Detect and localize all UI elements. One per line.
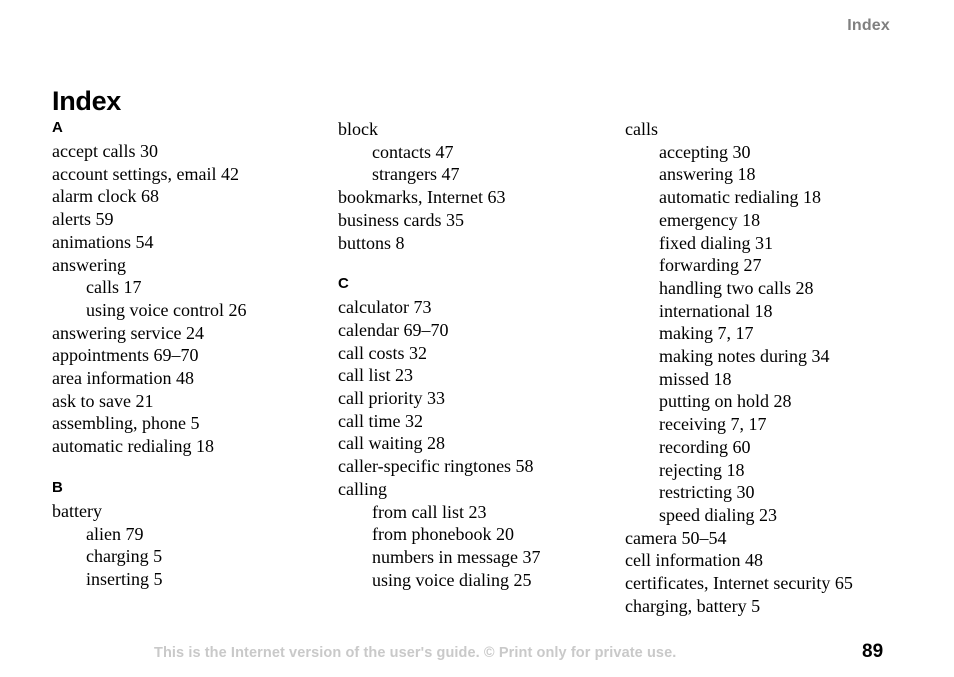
- index-entry: area information 48: [52, 368, 194, 389]
- index-subentry: missed 18: [659, 368, 732, 389]
- index-entry: call waiting 28: [338, 433, 445, 454]
- index-subentry: fixed dialing 31: [659, 232, 773, 253]
- index-subentry: putting on hold 28: [659, 391, 792, 412]
- index-section: Bbattery alien 79 charging 5 inserting 5: [52, 478, 322, 591]
- index-subentry: receiving 7, 17: [659, 414, 767, 435]
- index-section-letter: A: [52, 119, 63, 136]
- index-entry: charging, battery 5: [625, 595, 761, 616]
- index-entry: business cards 35: [338, 209, 464, 230]
- index-subentry: using voice control 26: [86, 299, 247, 320]
- index-entry: accept calls 30: [52, 141, 158, 161]
- document-page: Index Index Aaccept calls 30 account sett…: [0, 0, 954, 677]
- index-entry: buttons 8: [338, 232, 405, 253]
- page-number: 89: [862, 641, 884, 662]
- index-section-letter: C: [338, 275, 349, 293]
- index-entry: call time 32: [338, 410, 423, 431]
- index-section: Ccalculator 73 calendar 69–70 call costs 3…: [338, 274, 608, 591]
- index-subentry: handling two calls 28: [659, 277, 814, 298]
- index-entry: certificates, Internet security 65: [625, 573, 853, 594]
- index-entry: ask to save 21: [52, 390, 154, 411]
- index-entry: appointments 69–70: [52, 345, 199, 366]
- index-subentry: international 18: [659, 300, 773, 321]
- index-entry: alarm clock 68: [52, 186, 159, 207]
- index-subentry: restricting 30: [659, 482, 755, 503]
- index-entry: call priority 33: [338, 388, 445, 409]
- index-subentry: inserting 5: [86, 568, 163, 589]
- index-entry: answering: [52, 254, 126, 275]
- index-subentry: forwarding 27: [659, 255, 762, 276]
- index-entry: animations 54: [52, 231, 154, 252]
- index-entry: camera 50–54: [625, 527, 727, 548]
- running-header: Index: [847, 17, 890, 34]
- index-section-letter: B: [52, 478, 63, 496]
- index-entry: assembling, phone 5: [52, 413, 200, 434]
- index-subentry: speed dialing 23: [659, 504, 777, 525]
- index-subentry: charging 5: [86, 546, 163, 567]
- index-entry: call list 23: [338, 365, 413, 386]
- index-entry: answering service 24: [52, 322, 204, 343]
- page-title: Index: [52, 86, 122, 117]
- index-subentry: making 7, 17: [659, 323, 754, 344]
- index-column-3: calls accepting 30 answering 18 automatic r…: [625, 118, 895, 617]
- index-subentry: emergency 18: [659, 209, 761, 230]
- index-subentry: rejecting 18: [659, 459, 745, 480]
- index-subentry: recording 60: [659, 436, 751, 457]
- index-subentry: making notes during 34: [659, 346, 830, 367]
- index-entry: cell information 48: [625, 550, 763, 571]
- index-entry: calling: [338, 478, 387, 499]
- index-entry: block: [338, 119, 378, 139]
- index-subentry: from call list 23: [372, 501, 487, 522]
- index-section: calls accepting 30 answering 18 automatic r…: [625, 118, 895, 617]
- index-subentry: from phonebook 20: [372, 524, 514, 545]
- index-entry: calls: [625, 119, 658, 139]
- index-subentry: calls 17: [86, 277, 142, 298]
- index-section: block contacts 47 strangers 47 bookmarks, I…: [338, 118, 608, 254]
- index-entry: call costs 32: [338, 342, 427, 363]
- index-subentry: numbers in message 37: [372, 546, 541, 567]
- index-entry: battery: [52, 500, 102, 521]
- footer-disclaimer: This is the Internet version of the user…: [154, 645, 677, 661]
- index-entry: caller-specific ringtones 58: [338, 456, 534, 477]
- index-subentry: automatic redialing 18: [659, 187, 821, 208]
- index-subentry: answering 18: [659, 164, 756, 185]
- index-subentry: accepting 30: [659, 141, 751, 162]
- index-columns: Aaccept calls 30 account settings, email …: [52, 118, 910, 618]
- index-entry: bookmarks, Internet 63: [338, 187, 506, 208]
- index-entry: alerts 59: [52, 209, 114, 230]
- index-column-2: block contacts 47 strangers 47 bookmarks, I…: [338, 118, 608, 591]
- index-subentry: using voice dialing 25: [372, 569, 532, 590]
- index-subentry: strangers 47: [372, 164, 460, 185]
- index-subentry: alien 79: [86, 523, 144, 544]
- index-entry: account settings, email 42: [52, 163, 239, 184]
- index-entry: calendar 69–70: [338, 319, 449, 340]
- index-entry: calculator 73: [338, 297, 432, 318]
- index-entry: automatic redialing 18: [52, 436, 214, 457]
- index-section: Aaccept calls 30 account settings, email …: [52, 118, 322, 458]
- index-column-1: Aaccept calls 30 account settings, email …: [52, 118, 322, 591]
- index-subentry: contacts 47: [372, 141, 454, 162]
